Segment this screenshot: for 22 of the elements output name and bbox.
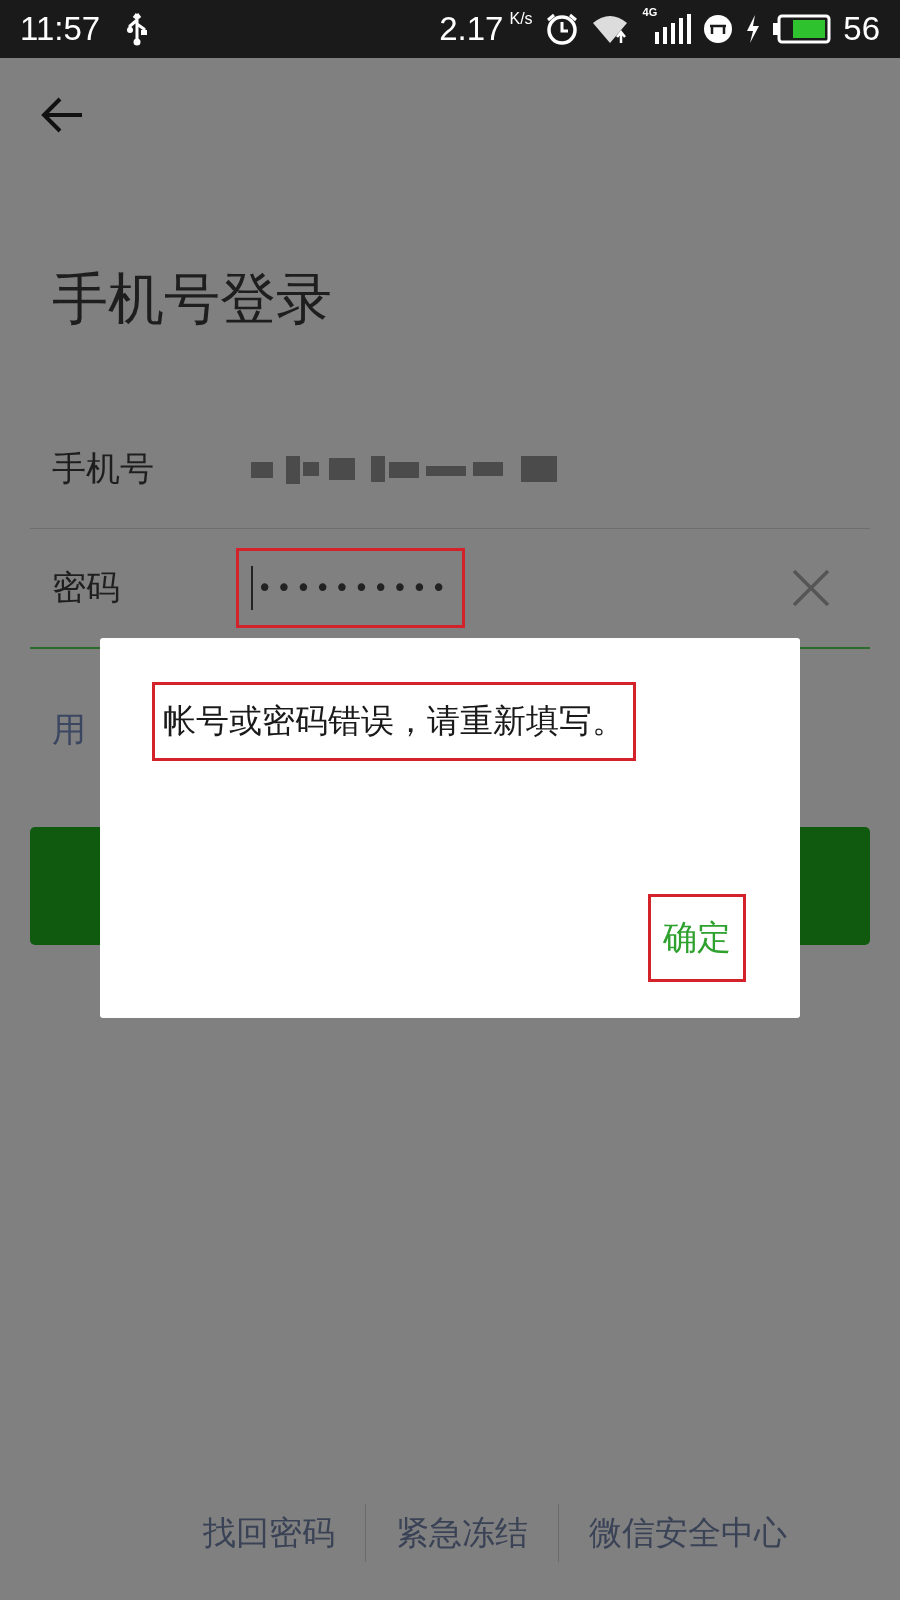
back-arrow-icon[interactable] [40,96,84,134]
usb-icon [126,12,149,46]
password-field[interactable]: •••••••••• [236,548,466,628]
footer-link[interactable]: 微信安全中心 [589,1510,787,1556]
confirm-button[interactable]: 确定 [648,894,746,982]
footer-link[interactable]: 找回密码 [203,1510,335,1556]
network-speed: 2.17 [439,10,504,48]
clear-icon[interactable] [792,569,830,607]
signal-icon: 4G [642,6,658,18]
battery-icon [773,14,832,44]
signal-bars-icon [655,14,692,44]
error-message: 帐号或密码错误，请重新填写。 [152,682,636,761]
battery-percent: 56 [843,10,880,48]
charging-icon [745,15,762,43]
speed-unit: K/s [509,10,533,28]
footer-link[interactable]: 紧急冻结 [396,1510,528,1556]
field-label: 手机号 [51,447,155,490]
sms-login-link[interactable]: 用 [52,707,86,753]
status-time: 11:57 [20,10,101,48]
alarm-icon [544,12,579,46]
field-label: 密码 [51,566,121,609]
page-title: 手机号登录 [52,265,333,333]
